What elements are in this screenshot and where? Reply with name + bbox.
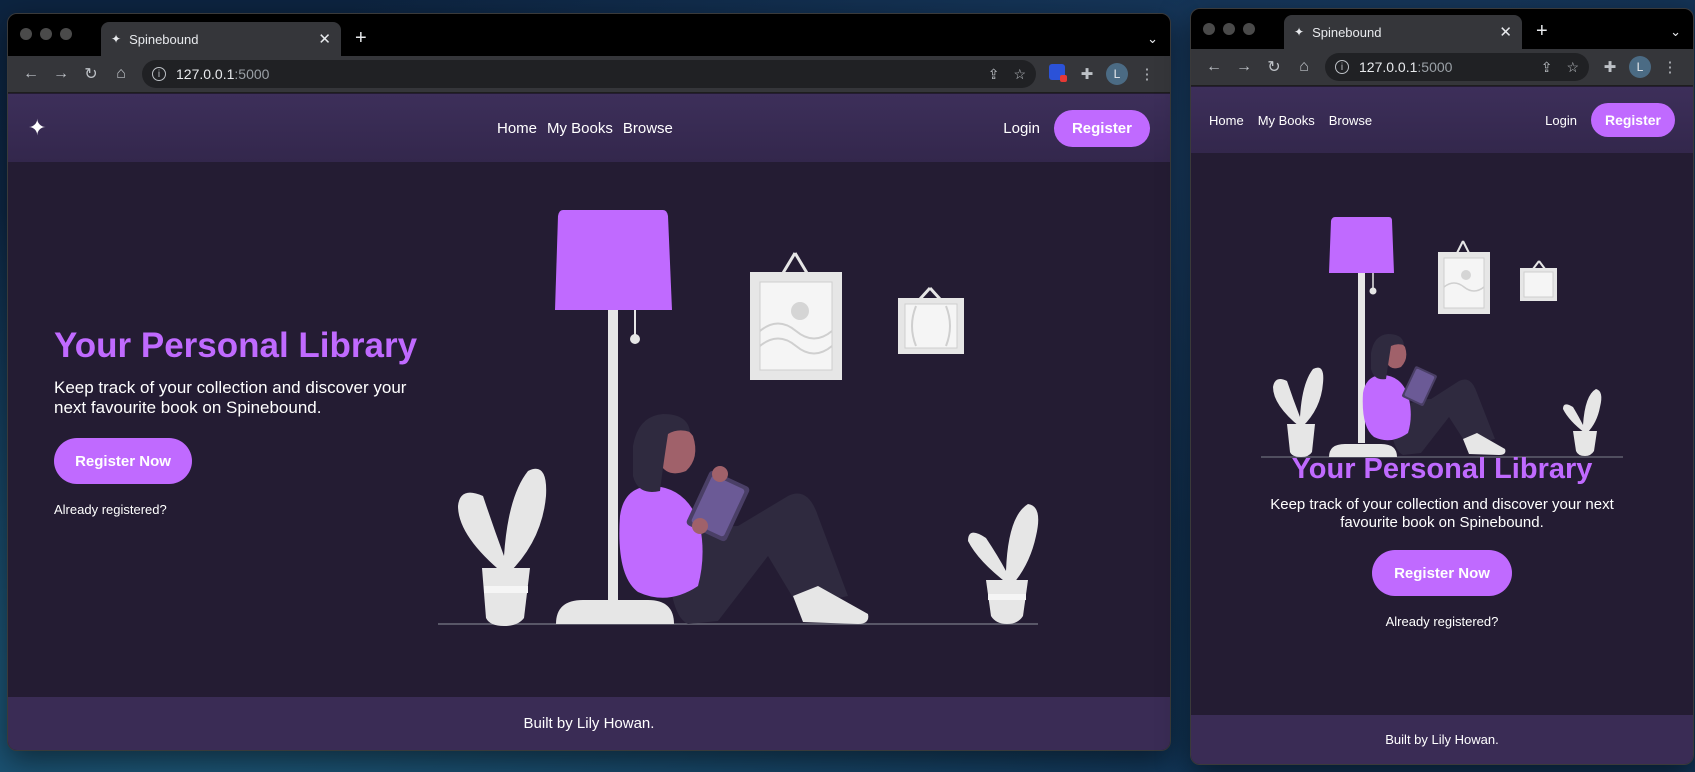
home-icon[interactable]: ⌂	[1289, 58, 1319, 76]
minimize-window-button[interactable]	[40, 28, 52, 40]
site-header: Home My Books Browse Login Register	[1191, 87, 1693, 153]
register-now-button[interactable]: Register Now	[1372, 550, 1512, 596]
browser-window-narrow: ✦ Spinebound ✕ + ⌄ ← → ↻ ⌂ i 127.0.0.1:5…	[1190, 8, 1694, 765]
page-content: ✦ Home My Books Browse Login Register Yo…	[8, 94, 1170, 750]
window-controls	[20, 28, 72, 40]
share-icon[interactable]: ⇪	[988, 66, 1000, 83]
hero-subtitle: Keep track of your collection and discov…	[54, 378, 407, 417]
main-nav: Home My Books Browse	[1209, 113, 1372, 128]
forward-icon[interactable]: →	[1229, 58, 1259, 76]
minimize-window-button[interactable]	[1223, 23, 1235, 35]
bookmark-star-icon[interactable]: ☆	[1566, 59, 1579, 76]
main-nav: Home My Books Browse	[497, 120, 673, 137]
register-button[interactable]: Register	[1053, 109, 1150, 147]
new-tab-button[interactable]: +	[1536, 20, 1548, 43]
extension-shield-icon[interactable]	[1042, 64, 1072, 84]
browser-menu-icon[interactable]: ⋮	[1655, 58, 1685, 76]
close-window-button[interactable]	[1203, 23, 1215, 35]
address-bar[interactable]: i 127.0.0.1:5000 ⇪ ☆	[142, 60, 1036, 88]
tab-title: Spinebound	[129, 31, 199, 47]
nav-home[interactable]: Home	[1209, 113, 1244, 128]
url-host: 127.0.0.1	[1359, 59, 1418, 75]
share-icon[interactable]: ⇪	[1541, 59, 1553, 76]
forward-icon[interactable]: →	[46, 65, 76, 83]
tab-strip: ✦ Spinebound ✕ + ⌄	[8, 14, 1170, 56]
reading-illustration	[1261, 217, 1623, 458]
already-registered-link[interactable]: Already registered?	[54, 502, 434, 517]
tab-title: Spinebound	[1312, 24, 1382, 40]
register-now-button[interactable]: Register Now	[54, 438, 192, 484]
bookmark-star-icon[interactable]: ☆	[1013, 66, 1026, 83]
tab-strip: ✦ Spinebound ✕ + ⌄	[1191, 9, 1693, 49]
back-icon[interactable]: ←	[16, 65, 46, 83]
close-tab-icon[interactable]: ✕	[1499, 23, 1512, 41]
extensions-puzzle-icon[interactable]: ✚	[1072, 65, 1102, 83]
browser-window-wide: ✦ Spinebound ✕ + ⌄ ← → ↻ ⌂ i 127.0.0.1:5…	[7, 13, 1171, 751]
nav-my-books[interactable]: My Books	[1258, 113, 1315, 128]
url-port: :5000	[1417, 59, 1453, 75]
hero-title: Your Personal Library	[54, 326, 418, 365]
nav-my-books[interactable]: My Books	[547, 120, 613, 137]
profile-avatar[interactable]: L	[1625, 56, 1655, 78]
sparkle-icon: ✦	[111, 32, 122, 46]
browser-menu-icon[interactable]: ⋮	[1132, 65, 1162, 83]
sparkle-icon: ✦	[1294, 25, 1305, 39]
site-header: ✦ Home My Books Browse Login Register	[8, 94, 1170, 162]
login-link[interactable]: Login	[1003, 120, 1040, 137]
url-host: 127.0.0.1	[176, 66, 235, 82]
browser-tab[interactable]: ✦ Spinebound ✕	[101, 22, 341, 56]
tab-search-icon[interactable]: ⌄	[1670, 24, 1681, 40]
hero-text: Your Personal Library Keep track of your…	[1191, 453, 1693, 629]
extensions-puzzle-icon[interactable]: ✚	[1595, 58, 1625, 76]
maximize-window-button[interactable]	[60, 28, 72, 40]
hero-title: Your Personal Library	[1291, 453, 1593, 485]
login-link[interactable]: Login	[1545, 113, 1577, 128]
reading-illustration	[438, 210, 1039, 626]
nav-browse[interactable]: Browse	[623, 120, 673, 137]
hero-subtitle: Keep track of your collection and discov…	[1270, 496, 1614, 531]
footer-credit: Built by Lily Howan.	[1385, 732, 1499, 747]
reload-icon[interactable]: ↻	[1259, 57, 1289, 77]
nav-browse[interactable]: Browse	[1329, 113, 1372, 128]
sparkle-logo-icon[interactable]: ✦	[28, 115, 46, 141]
maximize-window-button[interactable]	[1243, 23, 1255, 35]
info-icon[interactable]: i	[152, 67, 166, 81]
window-controls	[1203, 23, 1255, 35]
home-icon[interactable]: ⌂	[106, 65, 136, 83]
browser-tab[interactable]: ✦ Spinebound ✕	[1284, 15, 1522, 49]
close-tab-icon[interactable]: ✕	[318, 30, 331, 48]
site-footer: Built by Lily Howan.	[8, 697, 1170, 750]
info-icon[interactable]: i	[1335, 60, 1349, 74]
register-button[interactable]: Register	[1590, 103, 1675, 137]
back-icon[interactable]: ←	[1199, 58, 1229, 76]
page-content: Home My Books Browse Login Register Your…	[1191, 87, 1693, 764]
new-tab-button[interactable]: +	[355, 27, 367, 50]
auth-nav: Login Register	[1003, 109, 1150, 147]
reload-icon[interactable]: ↻	[76, 64, 106, 84]
browser-toolbar: ← → ↻ ⌂ i 127.0.0.1:5000 ⇪ ☆ ✚ L ⋮	[8, 56, 1170, 93]
tab-search-icon[interactable]: ⌄	[1147, 31, 1158, 47]
footer-credit: Built by Lily Howan.	[523, 715, 655, 732]
already-registered-link[interactable]: Already registered?	[1191, 614, 1693, 629]
hero-text: Your Personal Library Keep track of your…	[54, 326, 434, 517]
nav-home[interactable]: Home	[497, 120, 537, 137]
address-bar[interactable]: i 127.0.0.1:5000 ⇪ ☆	[1325, 53, 1589, 81]
site-footer: Built by Lily Howan.	[1191, 715, 1693, 764]
auth-nav: Login Register	[1545, 103, 1675, 137]
profile-avatar[interactable]: L	[1102, 63, 1132, 85]
close-window-button[interactable]	[20, 28, 32, 40]
url-port: :5000	[234, 66, 270, 82]
browser-toolbar: ← → ↻ ⌂ i 127.0.0.1:5000 ⇪ ☆ ✚ L ⋮	[1191, 49, 1693, 86]
